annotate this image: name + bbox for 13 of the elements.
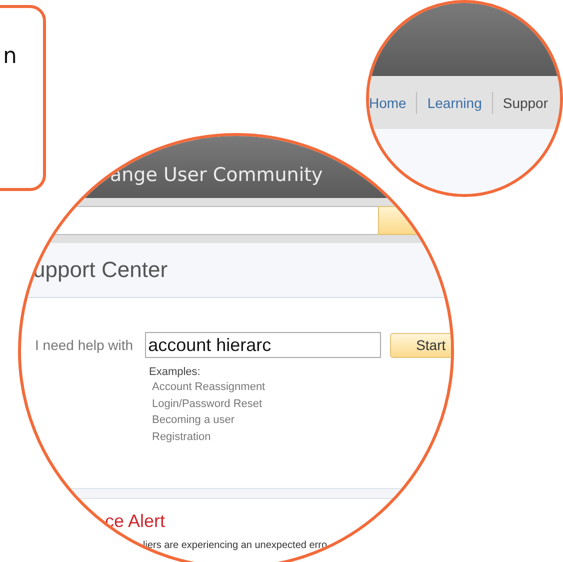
callout-text: n: [3, 44, 17, 69]
example-link[interactable]: Account Reassignment: [149, 381, 451, 394]
start-button[interactable]: Start: [390, 332, 451, 358]
nav-link[interactable]: Suppor: [492, 92, 558, 114]
examples-label: Examples:: [149, 366, 202, 378]
nav-link[interactable]: Home: [369, 92, 416, 114]
nav-link[interactable]: Learning: [416, 92, 492, 114]
help-label: I need help with: [35, 337, 134, 353]
example-link[interactable]: Login/Password Reset: [149, 398, 451, 411]
example-link[interactable]: Becoming a user: [149, 414, 451, 428]
help-input-field[interactable]: account hierarc: [145, 332, 382, 358]
example-link[interactable]: Registration: [149, 430, 451, 444]
site-title: ange User Community: [110, 164, 323, 186]
